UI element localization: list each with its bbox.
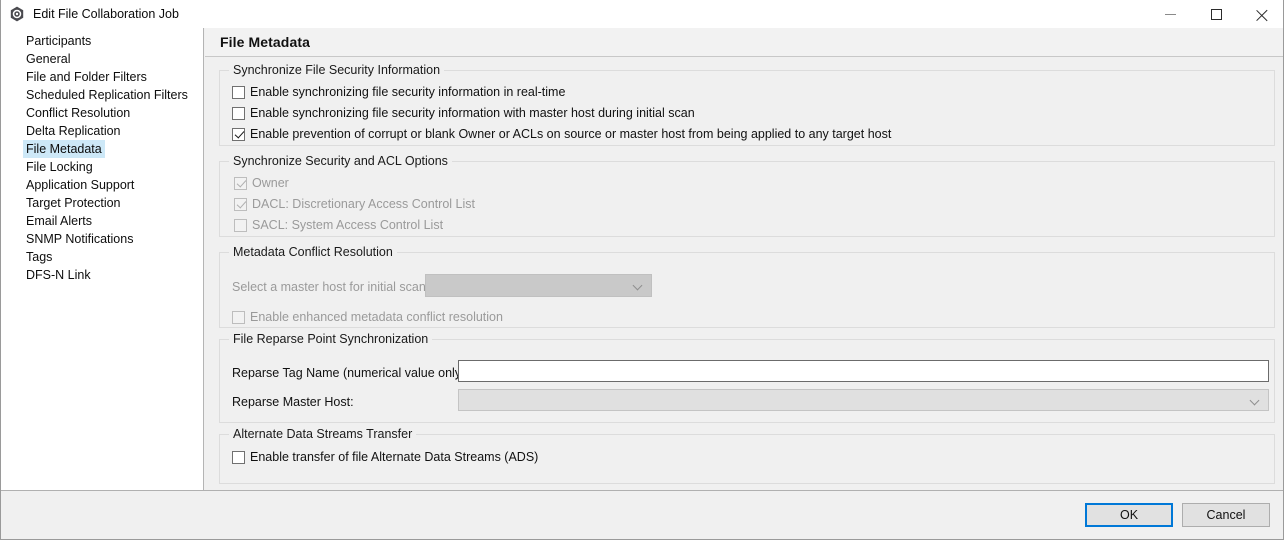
reparse-master-host-select bbox=[458, 389, 1269, 411]
checkbox-row-enable-ads-transfer[interactable]: Enable transfer of file Alternate Data S… bbox=[232, 449, 538, 465]
sidebar-item-file-metadata[interactable]: File Metadata bbox=[1, 140, 203, 158]
sidebar-item-label: Email Alerts bbox=[26, 214, 92, 228]
group-metadata-conflict-resolution: Metadata Conflict Resolution Select a ma… bbox=[219, 245, 1275, 328]
checkbox-row-sync-security-initial-scan[interactable]: Enable synchronizing file security infor… bbox=[232, 105, 695, 121]
sidebar-item-label: File and Folder Filters bbox=[26, 70, 147, 84]
checkbox-row-enhanced-metadata-conflict-resolution: Enable enhanced metadata conflict resolu… bbox=[232, 309, 503, 325]
sidebar-item-scheduled-replication-filters[interactable]: Scheduled Replication Filters bbox=[1, 86, 203, 104]
group-title: File Reparse Point Synchronization bbox=[229, 332, 433, 346]
sidebar-item-general[interactable]: General bbox=[1, 50, 203, 68]
cancel-button[interactable]: Cancel bbox=[1182, 503, 1270, 527]
sidebar-item-label: Conflict Resolution bbox=[26, 106, 131, 120]
checkbox-icon[interactable] bbox=[232, 106, 245, 120]
dialog-window: Edit File Collaboration Job Participants… bbox=[0, 0, 1284, 540]
sidebar-item-file-and-folder-filters[interactable]: File and Folder Filters bbox=[1, 68, 203, 86]
page-title: File Metadata bbox=[220, 34, 310, 50]
group-title: Synchronize Security and ACL Options bbox=[229, 154, 452, 168]
sidebar-item-label: Delta Replication bbox=[26, 124, 121, 138]
checkbox-label: Enable transfer of file Alternate Data S… bbox=[250, 450, 539, 464]
chevron-down-icon bbox=[634, 281, 643, 290]
footer-bar: OK Cancel bbox=[1, 491, 1283, 539]
sidebar-item-label: Application Support bbox=[26, 178, 135, 192]
sidebar-item-tags[interactable]: Tags bbox=[1, 248, 203, 266]
maximize-icon bbox=[1210, 8, 1222, 20]
sidebar-item-label: File Metadata bbox=[23, 140, 105, 158]
sidebar-item-label: Target Protection bbox=[26, 196, 121, 210]
label-reparse-tag-name: Reparse Tag Name (numerical value only): bbox=[232, 366, 469, 380]
label-reparse-master-host: Reparse Master Host: bbox=[232, 395, 354, 409]
sidebar-item-delta-replication[interactable]: Delta Replication bbox=[1, 122, 203, 140]
sidebar-item-label: Scheduled Replication Filters bbox=[26, 88, 188, 102]
label-select-master-host-initial-scan: Select a master host for initial scan: bbox=[232, 280, 430, 294]
checkbox-icon bbox=[232, 310, 245, 324]
ok-button[interactable]: OK bbox=[1085, 503, 1173, 527]
sidebar-item-label: Participants bbox=[26, 34, 92, 48]
sidebar-item-email-alerts[interactable]: Email Alerts bbox=[1, 212, 203, 230]
checkbox-icon bbox=[234, 176, 247, 190]
group-file-reparse-point-synchronization: File Reparse Point Synchronization Repar… bbox=[219, 332, 1275, 423]
checkbox-row-prevent-corrupt-owner-acl[interactable]: Enable prevention of corrupt or blank Ow… bbox=[232, 126, 891, 142]
checkbox-row-sync-security-realtime[interactable]: Enable synchronizing file security infor… bbox=[232, 84, 565, 100]
group-title: Synchronize File Security Information bbox=[229, 63, 445, 77]
checkbox-label: Enable prevention of corrupt or blank Ow… bbox=[250, 127, 892, 141]
checkbox-icon[interactable] bbox=[232, 127, 245, 141]
checkbox-label: Enable synchronizing file security infor… bbox=[250, 85, 566, 99]
content-pane: File Metadata Synchronize File Security … bbox=[205, 28, 1283, 490]
group-synchronize-security-and-acl-options: Synchronize Security and ACL Options Own… bbox=[219, 154, 1275, 237]
checkbox-icon bbox=[234, 197, 247, 211]
reparse-tag-name-input[interactable] bbox=[458, 360, 1269, 382]
group-title: Metadata Conflict Resolution bbox=[229, 245, 397, 259]
checkbox-row-dacl: DACL: Discretionary Access Control List bbox=[234, 196, 475, 212]
window-title: Edit File Collaboration Job bbox=[33, 7, 179, 21]
checkbox-label: SACL: System Access Control List bbox=[252, 218, 444, 232]
checkbox-icon[interactable] bbox=[232, 85, 245, 99]
sidebar-item-application-support[interactable]: Application Support bbox=[1, 176, 203, 194]
group-title: Alternate Data Streams Transfer bbox=[229, 427, 417, 441]
checkbox-icon bbox=[234, 218, 247, 232]
close-icon bbox=[1256, 8, 1268, 20]
sidebar-item-label: SNMP Notifications bbox=[26, 232, 134, 246]
sidebar-item-snmp-notifications[interactable]: SNMP Notifications bbox=[1, 230, 203, 248]
close-button[interactable] bbox=[1239, 0, 1283, 28]
pane-header: File Metadata bbox=[205, 28, 1283, 57]
window-controls bbox=[1147, 0, 1283, 28]
group-alternate-data-streams-transfer: Alternate Data Streams Transfer Enable t… bbox=[219, 427, 1275, 484]
sidebar-item-dfs-n-link[interactable]: DFS-N Link bbox=[1, 266, 203, 284]
sidebar-item-label: DFS-N Link bbox=[26, 268, 91, 282]
sidebar-item-label: General bbox=[26, 52, 71, 66]
checkbox-label: Enable synchronizing file security infor… bbox=[250, 106, 695, 120]
sidebar-item-conflict-resolution[interactable]: Conflict Resolution bbox=[1, 104, 203, 122]
checkbox-icon[interactable] bbox=[232, 450, 245, 464]
sidebar-item-label: Tags bbox=[26, 250, 53, 264]
sidebar-nav[interactable]: Participants General File and Folder Fil… bbox=[1, 28, 204, 490]
checkbox-label: Enable enhanced metadata conflict resolu… bbox=[250, 310, 503, 324]
sidebar-item-participants[interactable]: Participants bbox=[1, 32, 203, 50]
maximize-button[interactable] bbox=[1193, 0, 1239, 28]
title-bar: Edit File Collaboration Job bbox=[1, 0, 1283, 28]
group-synchronize-file-security-information: Synchronize File Security Information En… bbox=[219, 63, 1275, 146]
minimize-icon bbox=[1164, 13, 1176, 15]
checkbox-label: DACL: Discretionary Access Control List bbox=[252, 197, 475, 211]
checkbox-row-sacl: SACL: System Access Control List bbox=[234, 217, 443, 233]
select-master-host-initial-scan bbox=[425, 274, 652, 297]
minimize-button[interactable] bbox=[1147, 0, 1193, 28]
sidebar-item-label: File Locking bbox=[26, 160, 93, 174]
checkbox-label: Owner bbox=[252, 176, 289, 190]
checkbox-row-owner: Owner bbox=[234, 175, 289, 191]
sidebar-item-file-locking[interactable]: File Locking bbox=[1, 158, 203, 176]
hexagon-app-icon bbox=[9, 6, 25, 22]
sidebar-item-target-protection[interactable]: Target Protection bbox=[1, 194, 203, 212]
chevron-down-icon bbox=[1251, 396, 1260, 405]
